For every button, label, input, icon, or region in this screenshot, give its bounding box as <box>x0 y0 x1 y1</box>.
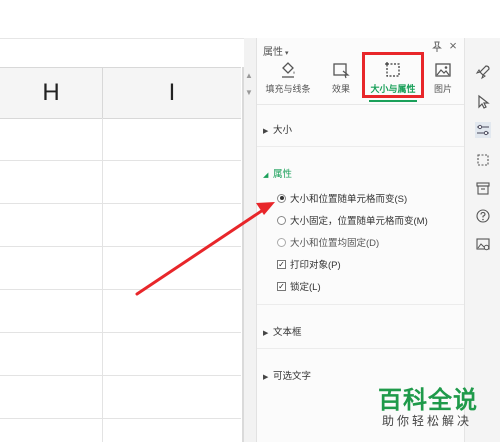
sheet-top-bar <box>0 0 244 38</box>
divider <box>257 348 465 349</box>
scroll-down-arrow-icon[interactable]: ▼ <box>245 89 253 97</box>
section-label: 文本框 <box>273 327 302 338</box>
column-header-h[interactable]: H <box>0 67 103 119</box>
radio-button[interactable] <box>277 237 286 247</box>
option-label: 大小和位置随单元格而变(S) <box>290 194 408 205</box>
checkbox[interactable]: ✓ <box>277 259 286 269</box>
checkbox-print-object[interactable]: ✓ 打印对象(P) <box>277 257 341 271</box>
checkbox-locked[interactable]: ✓ 锁定(L) <box>277 279 321 293</box>
grid-line <box>0 289 241 290</box>
section-size-header[interactable]: ▶ 大小 <box>263 122 292 136</box>
option-label: 锁定(L) <box>290 282 321 293</box>
image-icon <box>435 63 451 77</box>
spreadsheet-area: H I <box>0 0 244 442</box>
radio-fixed-size-move-with-cells[interactable]: 大小固定，位置随单元格而变(M) <box>277 213 428 227</box>
expand-triangle-icon: ▶ <box>263 330 269 337</box>
fill-bucket-icon <box>282 62 295 78</box>
radio-button[interactable] <box>277 215 286 225</box>
watermark-title: 百科全说 <box>378 387 478 414</box>
grid-line <box>0 375 241 376</box>
tab-label: 填充与线条 <box>265 84 311 94</box>
divider <box>257 304 465 305</box>
option-label: 大小和位置均固定(D) <box>290 238 380 249</box>
divider <box>257 146 465 147</box>
chevron-down-icon: ▾ <box>285 50 289 57</box>
grid-line <box>0 160 241 161</box>
divider <box>0 38 244 39</box>
divider <box>257 104 465 105</box>
grid-line <box>0 418 241 419</box>
grid-line <box>0 246 241 247</box>
annotation-highlight-box <box>362 52 424 98</box>
tab-label: 效果 <box>331 84 350 94</box>
help-icon[interactable] <box>475 208 491 224</box>
section-textbox-header[interactable]: ▶ 文本框 <box>263 324 302 338</box>
active-tab-indicator <box>369 100 417 102</box>
expand-triangle-icon: ▶ <box>263 128 269 135</box>
grid-line <box>102 118 103 442</box>
tab-image[interactable]: 图片 <box>425 60 461 100</box>
watermark-subtitle: 助你轻松解决 <box>382 414 473 428</box>
radio-fixed-size-and-position[interactable]: 大小和位置均固定(D) <box>277 235 379 249</box>
image-settings-icon[interactable] <box>475 236 491 252</box>
scroll-up-arrow-icon[interactable]: ▲ <box>245 72 253 80</box>
rocket-icon[interactable] <box>475 64 491 80</box>
panel-title-dropdown[interactable]: 属性 ▾ <box>263 43 289 58</box>
section-properties-header[interactable]: ◢ 属性 <box>263 166 292 180</box>
collapse-triangle-icon: ◢ <box>263 172 269 179</box>
effect-icon <box>333 63 350 79</box>
option-label: 打印对象(P) <box>290 260 341 271</box>
checkbox[interactable]: ✓ <box>277 281 286 291</box>
vertical-scrollbar[interactable] <box>242 67 244 442</box>
grid-line <box>0 203 241 204</box>
column-label: H <box>42 79 60 106</box>
section-alt-text-header[interactable]: ▶ 可选文字 <box>263 368 311 382</box>
cursor-icon[interactable] <box>475 94 491 110</box>
section-label: 属性 <box>273 169 293 180</box>
section-label: 大小 <box>273 125 293 136</box>
grid-line <box>0 332 241 333</box>
tab-label: 图片 <box>433 84 452 94</box>
radio-button[interactable] <box>277 193 286 203</box>
option-label: 大小固定，位置随单元格而变(M) <box>290 216 428 227</box>
sliders-icon[interactable] <box>475 122 491 138</box>
column-header-i[interactable]: I <box>103 67 241 119</box>
column-label: I <box>168 79 176 106</box>
pin-icon[interactable] <box>431 41 443 53</box>
section-label: 可选文字 <box>273 371 312 382</box>
tab-effect[interactable]: 效果 <box>323 60 359 100</box>
close-icon[interactable]: × <box>447 39 459 52</box>
panel-gap <box>244 38 256 442</box>
radio-move-size-with-cells[interactable]: 大小和位置随单元格而变(S) <box>277 191 407 205</box>
tab-fill-and-line[interactable]: 填充与线条 <box>261 60 315 100</box>
watermark-logo: 百科全说 助你轻松解决 <box>370 380 496 438</box>
archive-icon[interactable] <box>475 180 491 196</box>
panel-title-label: 属性 <box>263 47 283 58</box>
crop-frame-icon[interactable] <box>475 152 491 168</box>
expand-triangle-icon: ▶ <box>263 374 269 381</box>
